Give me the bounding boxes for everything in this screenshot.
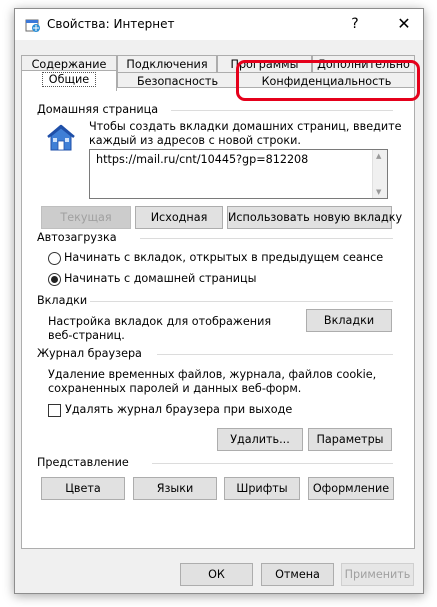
tabs-group-divider — [90, 301, 393, 302]
use-new-tab-button[interactable]: Использовать новую вкладку — [227, 206, 402, 229]
history-description-line1: Удаление временных файлов, журнала, файл… — [48, 368, 377, 381]
home-icon — [47, 124, 75, 151]
accessibility-button[interactable]: Оформление — [308, 477, 394, 500]
ok-button[interactable]: ОК — [180, 563, 253, 586]
panel-content: Домашняя страница Чтобы создать вкладки … — [0, 0, 437, 607]
fonts-button[interactable]: Шрифты — [224, 477, 300, 500]
use-current-button[interactable]: Текущая — [41, 206, 131, 229]
colors-button[interactable]: Цвета — [41, 477, 125, 500]
startup-group-title: Автозагрузка — [37, 231, 117, 244]
delete-history-on-exit-label[interactable]: Удалять журнал браузера при выходе — [65, 403, 292, 416]
history-settings-button[interactable]: Параметры — [308, 428, 392, 451]
languages-button[interactable]: Языки — [133, 477, 217, 500]
start-with-previous-tabs-label[interactable]: Начинать с вкладок, открытых в предыдуще… — [64, 251, 383, 264]
home-page-group-title: Домашняя страница — [37, 103, 159, 116]
tabs-description-line1: Настройка вкладок для отображения — [48, 315, 272, 328]
history-group-divider — [157, 354, 393, 355]
history-group-title: Журнал браузера — [37, 347, 142, 360]
scroll-down-icon[interactable]: ▼ — [376, 188, 381, 196]
startup-group-divider — [140, 238, 393, 239]
home-page-description-line1: Чтобы создать вкладки домашних страниц, … — [89, 120, 402, 133]
delete-history-button[interactable]: Удалить... — [217, 428, 303, 451]
home-page-url-value: https://mail.ru/cnt/10445?gp=812208 — [96, 153, 309, 166]
tabs-settings-button[interactable]: Вкладки — [306, 309, 392, 332]
delete-history-on-exit-checkbox[interactable] — [48, 404, 61, 417]
appearance-group-title: Представление — [37, 456, 129, 469]
home-page-group-divider — [171, 110, 393, 111]
appearance-group-divider — [152, 463, 393, 464]
home-page-description-line2: каждый из адресов с новой строки. — [89, 134, 301, 147]
history-description-line2: сохраненных паролей и данных веб-форм. — [48, 382, 302, 395]
home-page-url-textarea[interactable]: https://mail.ru/cnt/10445?gp=812208 ▲ ▼ — [89, 149, 388, 199]
start-with-previous-tabs-radio[interactable] — [48, 252, 61, 265]
start-with-home-page-label[interactable]: Начинать с домашней страницы — [64, 272, 257, 285]
cancel-button[interactable]: Отмена — [261, 563, 334, 586]
screenshot-page: Свойства: Интернет ? ✕ Содержание Подклю… — [0, 0, 437, 607]
tabs-group-title: Вкладки — [37, 294, 88, 307]
start-with-home-page-radio[interactable] — [48, 273, 61, 286]
radio-selected-dot — [51, 276, 58, 283]
tabs-description-line2: веб-страниц. — [48, 329, 125, 342]
url-scrollbar[interactable]: ▲ ▼ — [372, 150, 387, 198]
apply-button[interactable]: Применить — [341, 563, 414, 586]
scroll-up-icon[interactable]: ▲ — [376, 152, 381, 160]
use-default-button[interactable]: Исходная — [135, 206, 223, 229]
